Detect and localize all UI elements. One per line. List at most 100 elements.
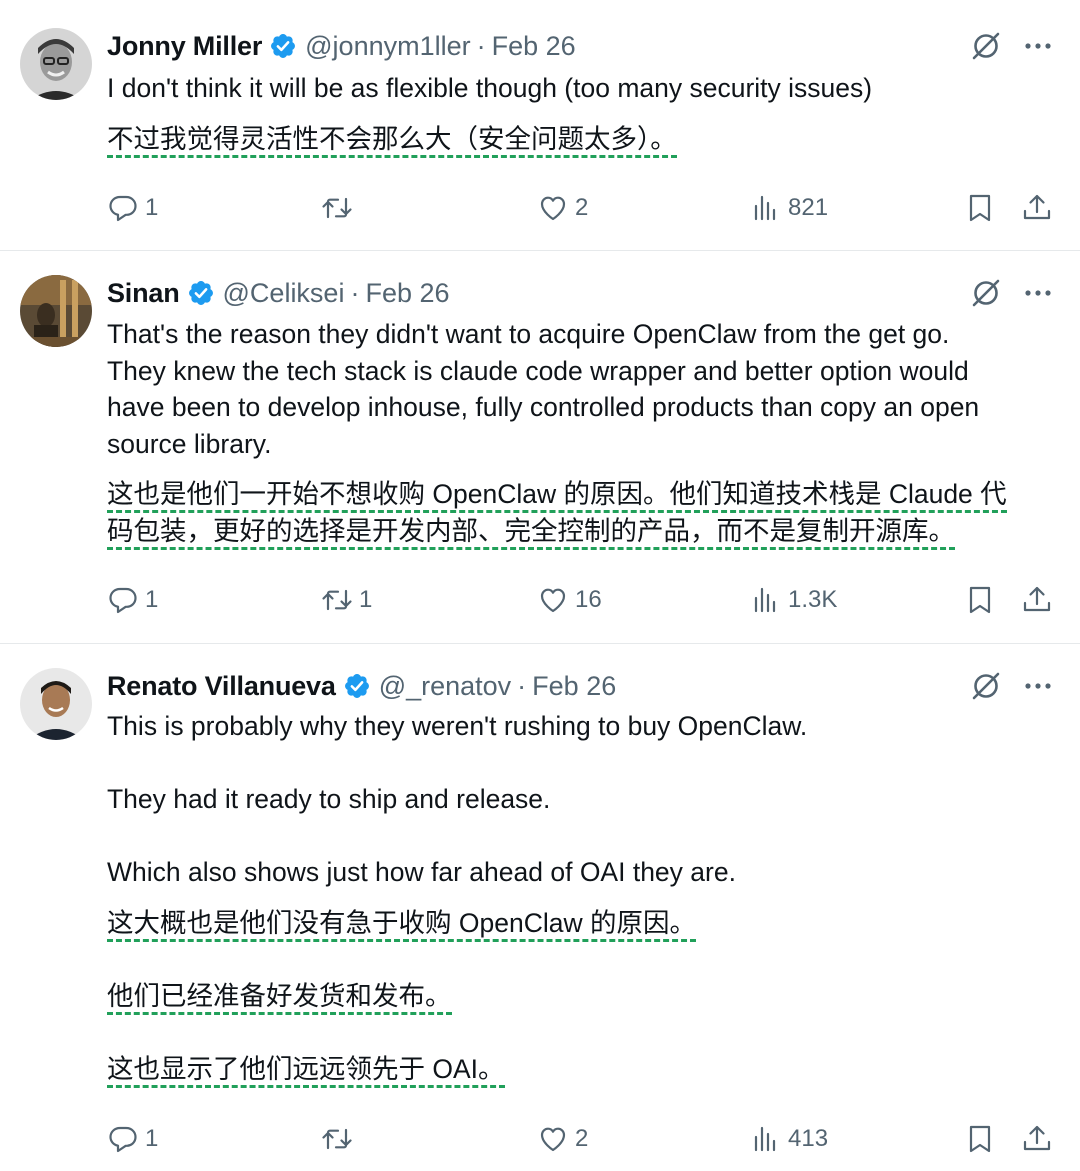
text-line: have been to develop inhouse, fully cont… — [107, 392, 980, 422]
author-name[interactable]: Jonny Miller — [107, 31, 262, 62]
like-button[interactable]: 2 — [537, 1123, 588, 1155]
share-icon — [1021, 192, 1053, 224]
author-handle[interactable]: @jonnym1ller — [305, 31, 470, 62]
action-bar: 1 1 16 1.3K — [0, 584, 1080, 624]
reply-button[interactable]: 1 — [107, 1123, 158, 1155]
repost-icon — [321, 1123, 353, 1155]
more-icon[interactable] — [1020, 668, 1056, 704]
text-line: This is probably why they weren't rushin… — [107, 711, 808, 741]
share-button[interactable] — [1021, 192, 1053, 224]
views-count: 1.3K — [788, 586, 838, 613]
avatar[interactable] — [20, 275, 92, 347]
avatar-photo — [20, 668, 92, 740]
repost-button[interactable] — [321, 1123, 359, 1155]
grok-icon[interactable] — [968, 275, 1004, 311]
verified-badge-icon — [187, 279, 215, 307]
tweet-text: That's the reason they didn't want to ac… — [107, 316, 1057, 462]
views-icon — [750, 1123, 782, 1155]
repost-icon — [321, 584, 353, 616]
reply-icon — [107, 192, 139, 224]
author-handle[interactable]: @_renatov — [379, 671, 511, 702]
like-button[interactable]: 16 — [537, 584, 602, 616]
text-line: That's the reason they didn't want to ac… — [107, 319, 950, 349]
repost-button[interactable] — [321, 192, 359, 224]
like-count: 16 — [575, 586, 602, 613]
timestamp[interactable]: Feb 26 — [532, 671, 616, 702]
translation-line: 这也显示了他们远远领先于 OAI。 — [107, 1054, 505, 1088]
tweet-header: Renato Villanueva @_renatov · Feb 26 — [107, 668, 616, 704]
author-handle[interactable]: @Celiksei — [223, 278, 345, 309]
views-button[interactable]: 1.3K — [750, 584, 837, 616]
separator: · — [350, 277, 360, 308]
text-line: They knew the tech stack is claude code … — [107, 355, 969, 386]
translation-line: 码包装，更好的选择是开发内部、完全控制的产品，而不是复制开源库。 — [107, 516, 955, 550]
translation-line: 不过我觉得灵活性不会那么大（安全问题太多）。 — [107, 124, 677, 158]
avatar-photo — [20, 28, 92, 100]
like-icon — [537, 1123, 569, 1155]
views-icon — [750, 584, 782, 616]
author-name[interactable]: Sinan — [107, 278, 180, 309]
grok-icon[interactable] — [968, 28, 1004, 64]
reply-count: 1 — [145, 194, 159, 221]
avatar[interactable] — [20, 28, 92, 100]
bookmark-icon — [964, 192, 996, 224]
translation-line: 这大概也是他们没有急于收购 OpenClaw 的原因。 — [107, 908, 696, 942]
action-bar: 1 2 413 — [0, 1123, 1080, 1163]
author-name[interactable]: Renato Villanueva — [107, 671, 336, 702]
bookmark-button[interactable] — [964, 584, 996, 616]
bookmark-button[interactable] — [964, 192, 996, 224]
bookmark-button[interactable] — [964, 1123, 996, 1155]
action-bar: 1 2 821 — [0, 192, 1080, 232]
separator: · — [476, 30, 486, 61]
separator: · — [517, 670, 527, 701]
share-icon — [1021, 1123, 1053, 1155]
translation-line: 这也是他们一开始不想收购 OpenClaw 的原因。他们知道技术栈是 Claud… — [107, 479, 1007, 513]
views-icon — [750, 192, 782, 224]
repost-button[interactable]: 1 — [321, 584, 372, 616]
like-button[interactable]: 2 — [537, 192, 588, 224]
views-count: 413 — [788, 1125, 829, 1152]
like-count: 2 — [575, 194, 589, 221]
reply-button[interactable]: 1 — [107, 192, 158, 224]
share-button[interactable] — [1021, 584, 1053, 616]
tweet[interactable]: Renato Villanueva @_renatov · Feb 26 Thi… — [0, 645, 1080, 1171]
tweet[interactable]: Jonny Miller @jonnym1ller · Feb 26 I don… — [0, 0, 1080, 251]
more-icon[interactable] — [1020, 275, 1056, 311]
views-count: 821 — [788, 194, 829, 221]
views-button[interactable]: 413 — [750, 1123, 828, 1155]
tweet-text: I don't think it will be as flexible tho… — [107, 70, 1057, 107]
repost-count: 1 — [359, 586, 373, 613]
translation: 这大概也是他们没有急于收购 OpenClaw 的原因。 他们已经准备好发货和发布… — [107, 905, 1057, 1088]
verified-badge-icon — [269, 32, 297, 60]
tweet[interactable]: Sinan @Celiksei · Feb 26 That's the reas… — [0, 252, 1080, 644]
like-icon — [537, 584, 569, 616]
avatar[interactable] — [20, 668, 92, 740]
tweet-header: Jonny Miller @jonnym1ller · Feb 26 — [107, 28, 576, 64]
text-line: Which also shows just how far ahead of O… — [107, 857, 736, 887]
tweet-text: This is probably why they weren't rushin… — [107, 708, 1057, 891]
more-icon[interactable] — [1020, 28, 1056, 64]
bookmark-icon — [964, 1123, 996, 1155]
translation: 这也是他们一开始不想收购 OpenClaw 的原因。他们知道技术栈是 Claud… — [107, 476, 1057, 550]
translation-line: 他们已经准备好发货和发布。 — [107, 981, 452, 1015]
text-line: I don't think it will be as flexible tho… — [107, 73, 873, 103]
share-button[interactable] — [1021, 1123, 1053, 1155]
reply-icon — [107, 584, 139, 616]
reply-button[interactable]: 1 — [107, 584, 158, 616]
like-count: 2 — [575, 1125, 589, 1152]
like-icon — [537, 192, 569, 224]
grok-icon[interactable] — [968, 668, 1004, 704]
repost-icon — [321, 192, 353, 224]
reply-count: 1 — [145, 1125, 159, 1152]
timestamp[interactable]: Feb 26 — [492, 31, 576, 62]
bookmark-icon — [964, 584, 996, 616]
translation: 不过我觉得灵活性不会那么大（安全问题太多）。 — [107, 121, 1057, 158]
share-icon — [1021, 584, 1053, 616]
text-line: They had it ready to ship and release. — [107, 784, 551, 814]
views-button[interactable]: 821 — [750, 192, 828, 224]
avatar-photo — [20, 275, 92, 347]
text-line: source library. — [107, 428, 272, 459]
timestamp[interactable]: Feb 26 — [365, 278, 449, 309]
verified-badge-icon — [343, 672, 371, 700]
tweet-header: Sinan @Celiksei · Feb 26 — [107, 275, 450, 311]
